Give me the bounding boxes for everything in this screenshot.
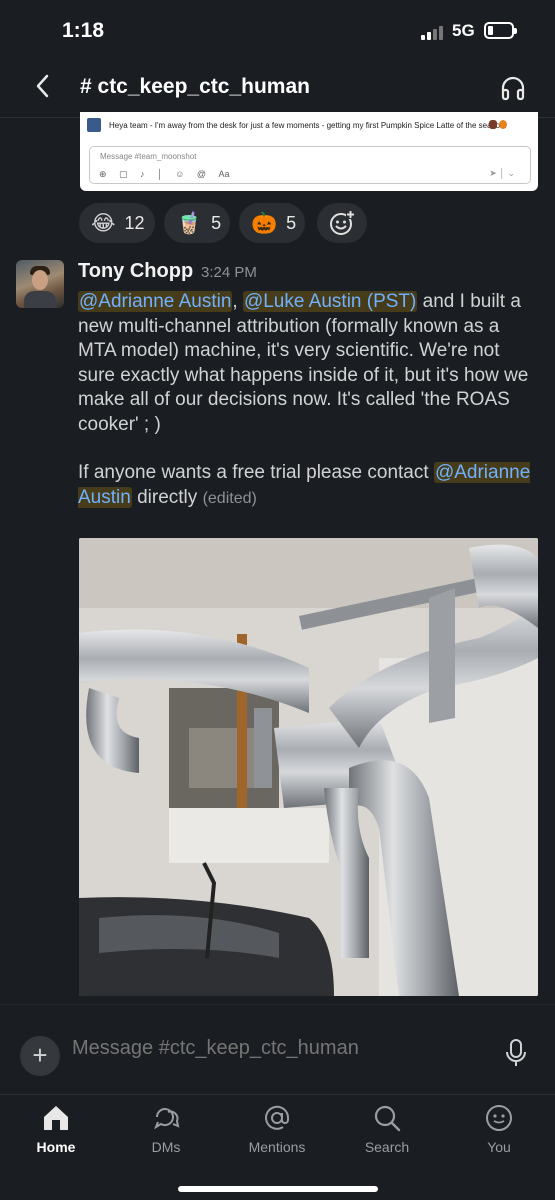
mention-luke-austin[interactable]: @Luke Austin (PST)	[242, 291, 418, 312]
signal-strength-icon	[421, 24, 447, 40]
you-icon	[486, 1105, 512, 1131]
add-attachment-button[interactable]: +	[20, 1036, 60, 1076]
tab-you-label: You	[487, 1139, 511, 1155]
embedded-avatar	[87, 118, 101, 132]
attached-photo[interactable]	[79, 538, 538, 996]
reaction-laughing[interactable]: 😂 12	[79, 203, 155, 243]
message-text-3: directly	[131, 486, 198, 508]
latte-emoji-icon: 🧋	[176, 211, 203, 235]
author-name[interactable]: Tony Chopp	[78, 260, 193, 283]
message-text-2: If anyone wants a free trial please cont…	[78, 462, 434, 483]
reaction-latte[interactable]: 🧋 5	[164, 203, 230, 243]
reaction-count: 5	[211, 212, 222, 233]
reaction-count: 5	[286, 212, 297, 233]
tab-search-label: Search	[364, 1139, 410, 1155]
message-timestamp: 3:24 PM	[201, 264, 257, 281]
embedded-composer-placeholder: Message #team_moonshot	[100, 152, 197, 161]
message-composer: +	[0, 1004, 555, 1094]
embedded-composer: Message #team_moonshot ⊕ ▢ ♪ │ ☺ @ Aa ➤ …	[89, 146, 531, 184]
add-reaction-icon	[330, 210, 355, 235]
message-paragraph-1: @Adrianne Austin, @Luke Austin (PST) and…	[78, 291, 529, 435]
message-input[interactable]	[72, 1037, 472, 1060]
pumpkin-emoji-icon: 🎃	[251, 211, 278, 235]
network-type: 5G	[452, 21, 475, 40]
edited-label: (edited)	[202, 489, 257, 507]
embedded-message-text: Heya team - I'm away from the desk for j…	[109, 121, 507, 130]
tab-search[interactable]: Search	[347, 1103, 427, 1167]
channel-title[interactable]: # ctc_keep_ctc_human	[80, 75, 310, 99]
dms-icon	[153, 1108, 180, 1130]
tab-mentions-label: Mentions	[248, 1139, 306, 1155]
tab-dms-label: DMs	[151, 1139, 181, 1155]
battery-icon	[484, 22, 517, 39]
back-chevron-icon[interactable]	[30, 72, 58, 100]
message-text-1: and I built a new multi-channel attribut…	[78, 291, 529, 435]
microphone-icon[interactable]	[504, 1038, 528, 1068]
tab-home-label: Home	[36, 1139, 76, 1155]
mentions-icon	[265, 1105, 290, 1130]
pumpkin-icon	[499, 120, 507, 129]
tab-mentions[interactable]: Mentions	[237, 1103, 317, 1167]
embedded-screenshot: Heya team - I'm away from the desk for j…	[80, 112, 538, 191]
tab-dms[interactable]: DMs	[126, 1103, 206, 1167]
message-body: @Adrianne Austin, @Luke Austin (PST) and…	[78, 290, 540, 511]
embedded-send-icon: ➤ │ ⌄	[489, 168, 515, 178]
laughing-emoji-icon: 😂	[91, 211, 116, 235]
tab-you[interactable]: You	[459, 1103, 539, 1167]
embedded-composer-tools: ⊕ ▢ ♪ │ ☺ @ Aa	[99, 169, 230, 179]
channel-header: # ctc_keep_ctc_human	[0, 60, 555, 118]
status-bar: 1:18 5G	[0, 0, 555, 60]
bottom-tab-bar: Home DMs Mentions Search You	[0, 1094, 555, 1200]
headphones-icon[interactable]	[499, 74, 527, 102]
tab-home[interactable]: Home	[16, 1103, 96, 1167]
reaction-count: 12	[124, 212, 145, 233]
home-icon	[44, 1106, 68, 1130]
search-icon	[374, 1105, 401, 1132]
embedded-composer-aa: Aa	[218, 169, 230, 179]
latte-icon	[489, 120, 497, 129]
mention-adrianne-austin[interactable]: @Adrianne Austin	[78, 291, 233, 312]
status-time: 1:18	[62, 19, 105, 42]
home-indicator	[178, 1186, 378, 1192]
message-paragraph-2: If anyone wants a free trial please cont…	[78, 461, 540, 511]
reaction-pumpkin[interactable]: 🎃 5	[239, 203, 305, 243]
author-avatar[interactable]	[16, 260, 64, 308]
add-reaction-button[interactable]	[317, 203, 367, 243]
